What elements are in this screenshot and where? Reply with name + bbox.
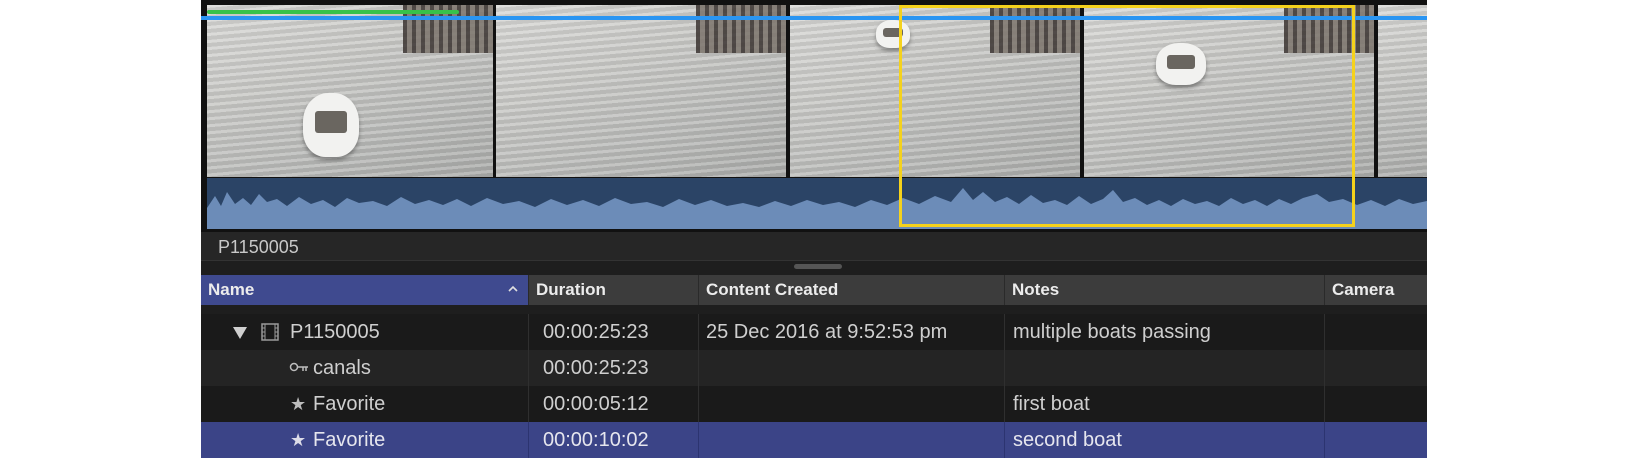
range-selection[interactable] — [899, 5, 1355, 227]
keyword-name: canals — [313, 357, 371, 379]
notes-cell[interactable]: first boat — [1005, 386, 1325, 422]
table-row[interactable]: P1150005 00:00:25:23 25 Dec 2016 at 9:52… — [201, 314, 1427, 350]
content-created-cell — [699, 386, 1005, 422]
table-row[interactable]: ★ Favorite 00:00:05:12 first boat — [201, 386, 1427, 422]
thumbnail-frame — [207, 5, 493, 177]
boat-image — [303, 93, 359, 157]
star-icon: ★ — [290, 430, 307, 450]
table-row[interactable]: canals 00:00:25:23 — [201, 350, 1427, 386]
table-row-selected[interactable]: ★ Favorite 00:00:10:02 second boat — [201, 422, 1427, 458]
content-created-cell — [699, 422, 1005, 458]
column-header-label: Notes — [1012, 280, 1060, 299]
clip-name: P1150005 — [290, 321, 380, 343]
duration-cell: 00:00:10:02 — [529, 422, 699, 458]
notes-cell[interactable]: multiple boats passing — [1005, 314, 1325, 350]
duration-cell: 00:00:25:23 — [529, 314, 699, 350]
column-header-name[interactable]: Name — [201, 275, 529, 305]
column-header-content-created[interactable]: Content Created — [699, 275, 1005, 305]
disclosure-triangle-icon[interactable] — [233, 327, 247, 339]
column-header-label: Duration — [536, 280, 606, 299]
column-header-camera[interactable]: Camera — [1325, 275, 1427, 305]
favorite-range-bar[interactable] — [207, 10, 459, 14]
resize-handle[interactable] — [794, 264, 842, 269]
camera-cell — [1325, 314, 1427, 350]
column-header-label: Content Created — [706, 280, 839, 299]
content-created-cell — [699, 350, 1005, 386]
browser-panel: P1150005 Name Duration Content Created N… — [201, 0, 1427, 458]
column-header-duration[interactable]: Duration — [529, 275, 699, 305]
clip-name-bar: P1150005 — [201, 232, 1427, 260]
content-created-cell: 25 Dec 2016 at 9:52:53 pm — [699, 314, 1005, 350]
keyword-icon — [289, 362, 308, 372]
column-header-notes[interactable]: Notes — [1005, 275, 1325, 305]
notes-cell[interactable]: second boat — [1005, 422, 1325, 458]
camera-cell — [1325, 422, 1427, 458]
thumbnail-frame — [496, 5, 786, 177]
pane-divider[interactable] — [201, 260, 1427, 275]
list-header: Name Duration Content Created Notes Came… — [201, 275, 1427, 305]
camera-cell — [1325, 386, 1427, 422]
column-header-label: Camera — [1332, 280, 1395, 299]
column-header-label: Name — [208, 280, 255, 299]
duration-cell: 00:00:25:23 — [529, 350, 699, 386]
film-icon — [261, 323, 279, 341]
sort-ascending-icon[interactable] — [508, 284, 518, 294]
thumbnail-frame — [1378, 5, 1427, 177]
star-icon: ★ — [290, 394, 307, 414]
favorite-name: Favorite — [313, 429, 386, 451]
camera-cell — [1325, 350, 1427, 386]
duration-cell: 00:00:05:12 — [529, 386, 699, 422]
clip-name-label: P1150005 — [218, 237, 299, 257]
notes-cell[interactable] — [1005, 350, 1325, 386]
favorite-name: Favorite — [313, 393, 386, 415]
clip-filmstrip[interactable] — [201, 0, 1427, 232]
